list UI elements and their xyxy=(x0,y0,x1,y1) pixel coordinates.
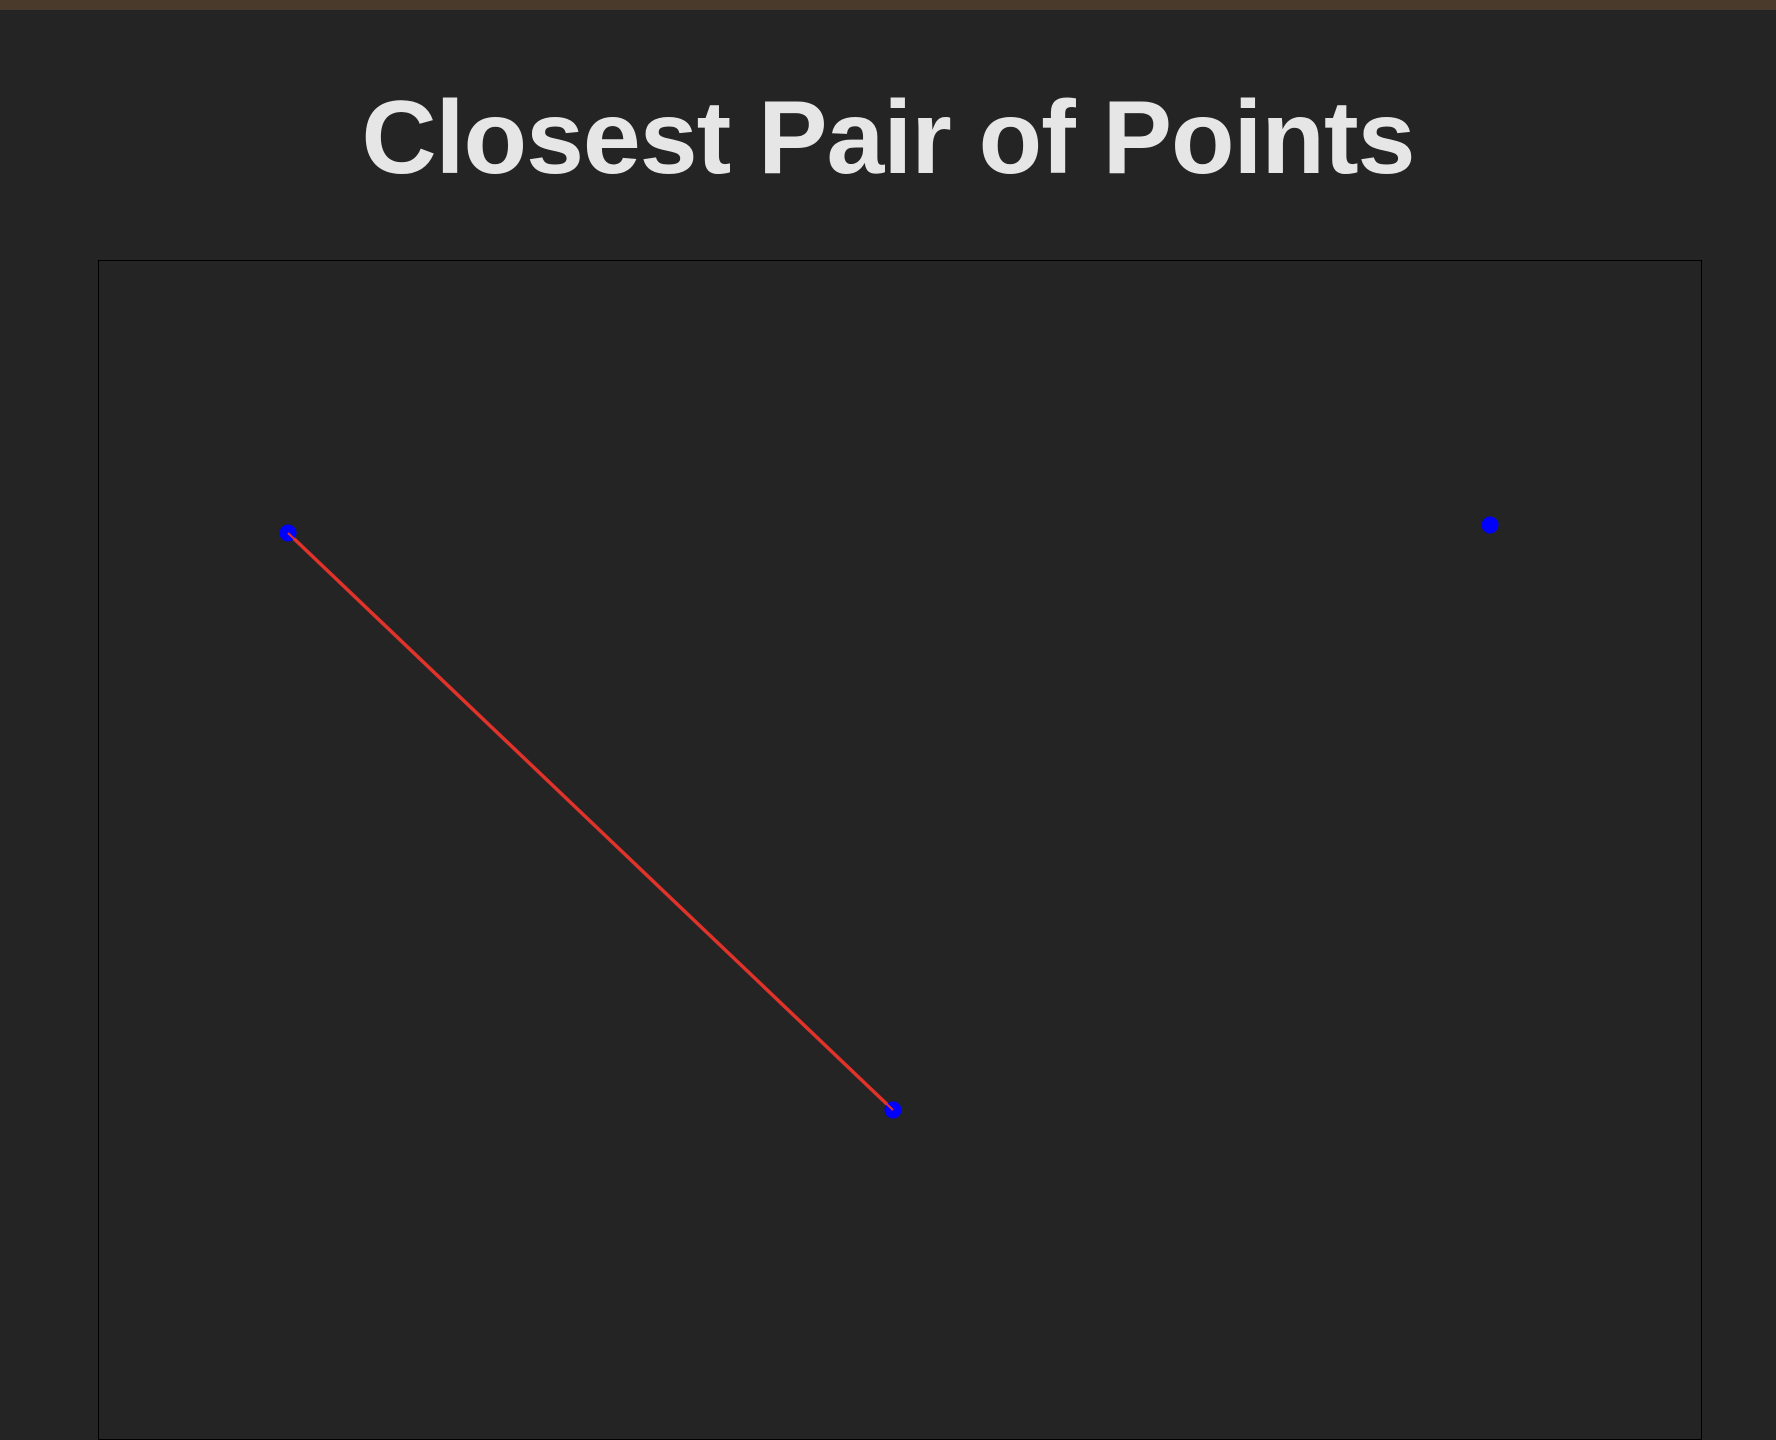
top-strip xyxy=(0,0,1776,10)
points-canvas[interactable] xyxy=(98,260,1702,1440)
page-title: Closest Pair of Points xyxy=(361,80,1416,196)
